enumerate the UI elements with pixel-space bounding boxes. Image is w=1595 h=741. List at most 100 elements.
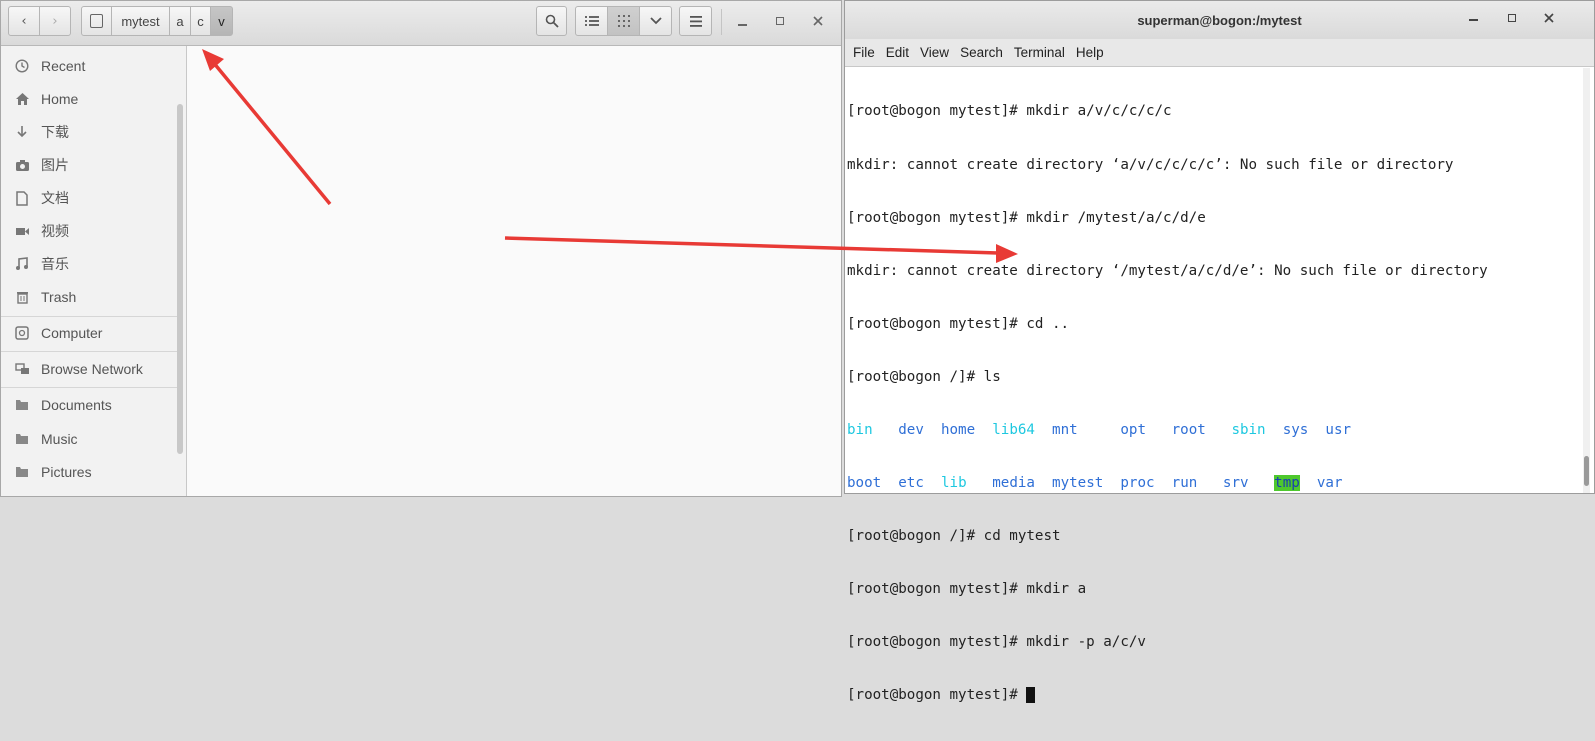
maximize-button[interactable] xyxy=(1508,14,1516,22)
download-icon xyxy=(13,123,31,141)
view-options-button[interactable] xyxy=(639,6,672,36)
menu-search[interactable]: Search xyxy=(960,45,1003,60)
music-icon xyxy=(13,255,31,273)
sidebar-item-browse-network[interactable]: Browse Network xyxy=(1,354,177,384)
sidebar-item-label: Computer xyxy=(41,325,103,341)
back-button[interactable]: ‹ xyxy=(8,6,40,36)
file-view-area[interactable] xyxy=(187,46,841,496)
ls-entry: bin xyxy=(847,421,873,438)
ls-output-row: boot etc lib media mytest proc run srv t… xyxy=(847,475,1567,493)
breadcrumb-label: c xyxy=(197,13,204,29)
ls-entry: opt xyxy=(1120,421,1147,438)
sidebar-item-trash[interactable]: Trash xyxy=(1,282,177,312)
sidebar-item-label: Music xyxy=(41,431,78,447)
path-location-button[interactable] xyxy=(81,6,112,36)
sidebar-divider xyxy=(1,351,177,352)
folder-icon xyxy=(13,396,31,414)
sidebar-item-label: 音乐 xyxy=(41,256,69,272)
close-button[interactable] xyxy=(808,11,828,31)
sidebar-item-documents[interactable]: Documents xyxy=(1,390,177,420)
ls-entry: root xyxy=(1171,421,1206,438)
forward-button[interactable]: › xyxy=(39,6,71,36)
hamburger-menu-icon xyxy=(689,15,702,27)
ls-entry: tmp xyxy=(1274,475,1300,492)
sidebar-item-music[interactable]: Music xyxy=(1,424,177,454)
sidebar-item-pictures[interactable]: Pictures xyxy=(1,457,177,487)
terminal-menubar: File Edit View Search Terminal Help xyxy=(845,39,1594,67)
terminal-scrollbar-thumb[interactable] xyxy=(1584,456,1589,486)
chevron-down-icon xyxy=(649,17,662,25)
ls-entry: var xyxy=(1316,475,1343,492)
sidebar-item-pictures-cn[interactable]: 图片 xyxy=(1,150,177,180)
chevron-right-icon: › xyxy=(52,13,58,29)
ls-entry: etc xyxy=(898,475,924,492)
sidebar-scrollbar[interactable] xyxy=(177,104,183,454)
sidebar-item-label: Browse Network xyxy=(41,361,143,377)
maximize-icon xyxy=(776,17,784,25)
terminal-line: mkdir: cannot create directory ‘/mytest/… xyxy=(847,262,1488,279)
grid-view-icon xyxy=(617,15,630,27)
breadcrumb-mytest[interactable]: mytest xyxy=(111,6,170,36)
sidebar-item-label: 下载 xyxy=(41,124,69,140)
menu-button[interactable] xyxy=(679,6,712,36)
ls-entry: srv xyxy=(1222,475,1249,492)
list-view-icon xyxy=(584,16,599,26)
camera-icon xyxy=(13,156,31,174)
sidebar-divider xyxy=(1,316,177,317)
minimize-button[interactable] xyxy=(732,11,752,31)
ls-entry: mnt xyxy=(1052,421,1078,438)
menu-file[interactable]: File xyxy=(853,45,875,60)
clock-icon xyxy=(13,57,31,75)
home-icon xyxy=(13,90,31,108)
terminal-scrollbar-track[interactable] xyxy=(1583,68,1590,493)
trash-icon xyxy=(13,288,31,306)
ls-entry: sbin xyxy=(1231,421,1266,438)
sidebar-item-home[interactable]: Home xyxy=(1,84,177,114)
search-icon xyxy=(545,14,559,28)
breadcrumb-label: a xyxy=(176,13,184,29)
sidebar-item-computer[interactable]: Computer xyxy=(1,318,177,348)
sidebar-item-label: Home xyxy=(41,91,79,107)
list-view-button[interactable] xyxy=(575,6,608,36)
terminal-prompt-line: [root@bogon mytest]# xyxy=(847,687,1567,705)
prompt-text: [root@bogon mytest]# xyxy=(847,687,1027,704)
ls-entry: lib64 xyxy=(992,421,1035,438)
breadcrumb-label: v xyxy=(218,13,225,29)
menu-help[interactable]: Help xyxy=(1076,45,1104,60)
terminal-window: superman@bogon:/mytest File Edit View Se… xyxy=(844,0,1595,704)
sidebar-item-downloads[interactable]: 下载 xyxy=(1,117,177,147)
menu-terminal[interactable]: Terminal xyxy=(1014,45,1065,60)
text-cursor xyxy=(1026,687,1036,704)
search-button[interactable] xyxy=(536,6,567,36)
menu-view[interactable]: View xyxy=(920,45,949,60)
terminal-line: [root@bogon mytest]# mkdir a/v/c/c/c/c xyxy=(847,103,1172,120)
breadcrumb-c[interactable]: c xyxy=(190,6,211,36)
sidebar-item-documents-cn[interactable]: 文档 xyxy=(1,183,177,213)
sidebar-item-label: Documents xyxy=(41,397,112,413)
sidebar-item-label: Trash xyxy=(41,289,77,305)
close-icon xyxy=(813,16,823,26)
terminal-titlebar: superman@bogon:/mytest xyxy=(845,1,1594,39)
sidebar-item-label: Pictures xyxy=(41,464,92,480)
sidebar-item-music-cn[interactable]: 音乐 xyxy=(1,249,177,279)
breadcrumb-v[interactable]: v xyxy=(210,6,233,36)
menu-edit[interactable]: Edit xyxy=(886,45,909,60)
ls-entry: lib xyxy=(940,475,967,492)
sidebar-item-label: Recent xyxy=(41,58,86,74)
breadcrumb-a[interactable]: a xyxy=(169,6,191,36)
sidebar-item-recent[interactable]: Recent xyxy=(1,51,177,81)
terminal-line: mkdir: cannot create directory ‘a/v/c/c/… xyxy=(847,156,1454,173)
sidebar-item-videos-cn[interactable]: 视频 xyxy=(1,216,177,246)
maximize-button[interactable] xyxy=(770,11,790,31)
places-sidebar: Recent Home 下载 图片 文档 视频 音乐 Trash Compute… xyxy=(1,46,187,496)
grid-view-button[interactable] xyxy=(607,6,640,36)
document-icon xyxy=(13,189,31,207)
ls-output-row: bin dev home lib64 mnt opt root sbin sys… xyxy=(847,422,1567,440)
close-icon[interactable] xyxy=(1544,13,1554,23)
terminal-output[interactable]: [root@bogon mytest]# mkdir a/v/c/c/c/c m… xyxy=(847,68,1567,704)
video-icon xyxy=(13,222,31,240)
minimize-button[interactable] xyxy=(1469,19,1478,21)
sidebar-item-label: 视频 xyxy=(41,223,69,239)
window-title: superman@bogon:/mytest xyxy=(1137,12,1302,28)
computer-icon xyxy=(13,324,31,342)
